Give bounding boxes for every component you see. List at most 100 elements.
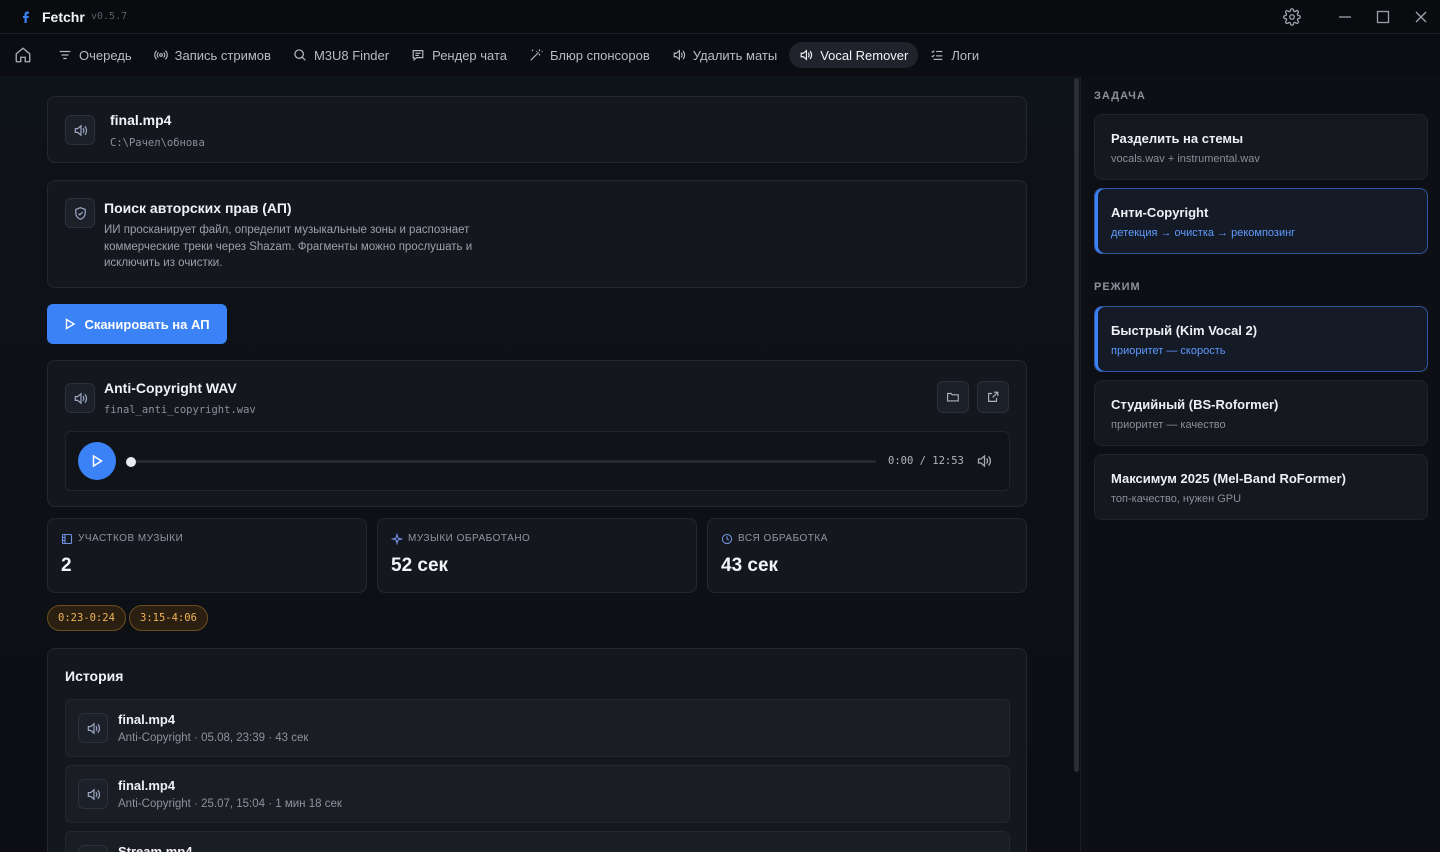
history-item[interactable]: Stream.mp4 (65, 831, 1010, 852)
history-item-title: Stream.mp4 (118, 844, 193, 852)
nav-item-remove-swears[interactable]: Удалить маты (662, 42, 787, 68)
nav-label: Рендер чата (432, 47, 508, 63)
stat-label: Участков музыки (78, 533, 184, 544)
volume-icon[interactable] (976, 453, 992, 469)
nav-label: Удалить маты (692, 47, 778, 63)
file-card[interactable]: final.mp4 C:\Рачел\обнова (47, 96, 1027, 163)
seek-handle[interactable] (126, 456, 136, 467)
stat-music-segments: Участков музыки 2 (47, 518, 367, 593)
nav-label: Блюр спонсоров (550, 47, 650, 63)
history-card: История final.mp4 Anti-Copyright · 05.08… (47, 648, 1027, 852)
home-icon[interactable] (14, 46, 32, 64)
mode-option-maximum[interactable]: Максимум 2025 (Mel-Band RoFormer) топ-ка… (1094, 454, 1428, 520)
stat-label: Музыки обработано (408, 533, 531, 544)
speaker-icon (78, 713, 108, 743)
speaker-icon (65, 383, 95, 413)
playback-time: 0:00 / 12:53 (888, 455, 964, 467)
open-external-button[interactable] (977, 381, 1009, 413)
nav-item-sponsor-blur[interactable]: Блюр спонсоров (519, 42, 660, 68)
nav-item-queue[interactable]: Очередь (48, 42, 142, 68)
nav-item-logs[interactable]: Логи (920, 42, 989, 68)
nav-item-chat-render[interactable]: Рендер чата (401, 42, 517, 68)
copyright-card: Поиск авторских прав (АП) ИИ просканируе… (47, 180, 1027, 288)
filter-lines-icon (59, 50, 71, 60)
history-title: История (65, 668, 124, 684)
mode-header: РЕЖИМ (1094, 281, 1141, 293)
history-item[interactable]: final.mp4 Anti-Copyright · 25.07, 15:04 … (65, 765, 1010, 823)
stat-music-processed: Музыки обработано 52 сек (377, 518, 697, 593)
copyright-description: ИИ просканирует файл, определит музыкаль… (104, 224, 473, 269)
chat-icon (412, 50, 424, 62)
main-scrollbar[interactable] (1074, 78, 1079, 772)
nav-item-m3u8-finder[interactable]: M3U8 Finder (283, 42, 399, 68)
history-item-meta: Anti-Copyright · 05.08, 23:39 · 43 сек (118, 732, 309, 744)
side-panel: ЗАДАЧА Разделить на стемы vocals.wav + i… (1080, 76, 1440, 852)
play-icon (92, 454, 103, 468)
broadcast-icon (153, 50, 168, 60)
scan-button[interactable]: Сканировать на АП (47, 304, 227, 344)
magic-wand-icon (530, 49, 543, 61)
stat-label: Вся обработка (738, 533, 828, 544)
option-subtitle: приоритет — скорость (1111, 345, 1226, 357)
nav-label: M3U8 Finder (313, 47, 390, 63)
film-icon (61, 533, 73, 545)
nav-label: Запись стримов (174, 47, 271, 63)
app-logo-icon (23, 11, 29, 23)
option-subtitle: vocals.wav + instrumental.wav (1111, 153, 1260, 165)
maximize-icon[interactable] (1374, 8, 1392, 26)
speaker-icon (65, 115, 95, 145)
segment-chip[interactable]: 3:15-4:06 (129, 605, 208, 631)
play-button[interactable] (78, 442, 116, 480)
history-item-title: final.mp4 (118, 778, 176, 793)
minimize-icon[interactable] (1336, 8, 1354, 26)
speaker-icon (673, 49, 685, 61)
history-item[interactable]: final.mp4 Anti-Copyright · 05.08, 23:39 … (65, 699, 1010, 757)
option-subtitle: приоритет — качество (1111, 419, 1226, 431)
task-option-anti-copyright[interactable]: Анти-Copyright детекция → очистка → реко… (1094, 188, 1428, 254)
history-item-title: final.mp4 (118, 712, 176, 727)
nav-item-stream-record[interactable]: Запись стримов (144, 42, 281, 68)
title-bar: Fetchr v0.5.7 (0, 0, 1440, 34)
option-subtitle: топ-качество, нужен GPU (1111, 493, 1242, 505)
shield-icon (65, 198, 95, 228)
external-link-icon (988, 391, 999, 402)
task-option-split-stems[interactable]: Разделить на стемы vocals.wav + instrume… (1094, 114, 1428, 180)
option-title: Быстрый (Kim Vocal 2) (1111, 323, 1258, 338)
main-content: final.mp4 C:\Рачел\обнова Поиск авторски… (0, 76, 1080, 852)
stat-value: 52 сек (391, 555, 449, 576)
folder-icon (947, 392, 959, 402)
file-name: final.mp4 (110, 112, 172, 128)
output-card: Anti-Copyright WAV final_anti_copyright.… (47, 360, 1027, 507)
option-title: Анти-Copyright (1111, 205, 1209, 220)
nav-label: Vocal Remover (820, 47, 909, 63)
option-title: Максимум 2025 (Mel-Band RoFormer) (1111, 471, 1346, 486)
task-header: ЗАДАЧА (1094, 90, 1146, 102)
speaker-icon (800, 49, 813, 61)
segment-chip[interactable]: 0:23-0:24 (47, 605, 126, 631)
audio-player: 0:00 / 12:53 (65, 431, 1010, 491)
file-path: C:\Рачел\обнова (110, 137, 205, 149)
output-filename: final_anti_copyright.wav (104, 404, 256, 416)
copyright-title: Поиск авторских прав (АП) (104, 200, 292, 216)
history-item-meta: Anti-Copyright · 25.07, 15:04 · 1 мин 18… (118, 798, 342, 810)
close-icon[interactable] (1412, 8, 1430, 26)
app-version: v0.5.7 (91, 11, 128, 22)
seek-slider[interactable] (126, 456, 876, 467)
option-subtitle: детекция → очистка → рекомпозинг (1111, 227, 1296, 239)
speaker-icon (78, 779, 108, 809)
top-nav: Очередь Запись стримов M3U8 Finder Ренде… (0, 35, 1440, 76)
open-folder-button[interactable] (937, 381, 969, 413)
mode-option-fast[interactable]: Быстрый (Kim Vocal 2) приоритет — скорос… (1094, 306, 1428, 372)
stat-total-processing: Вся обработка 43 сек (707, 518, 1027, 593)
stat-value: 43 сек (721, 555, 779, 576)
scan-button-label: Сканировать на АП (84, 316, 210, 332)
app-name: Fetchr (42, 9, 85, 25)
stat-value: 2 (61, 555, 72, 576)
nav-item-vocal-remover[interactable]: Vocal Remover (789, 42, 919, 68)
output-title: Anti-Copyright WAV (104, 380, 237, 396)
mode-option-studio[interactable]: Студийный (BS-Roformer) приоритет — каче… (1094, 380, 1428, 446)
nav-label: Логи (951, 47, 980, 63)
nav-label: Очередь (79, 47, 132, 63)
speaker-icon (78, 845, 108, 852)
gear-icon[interactable] (1283, 8, 1301, 26)
